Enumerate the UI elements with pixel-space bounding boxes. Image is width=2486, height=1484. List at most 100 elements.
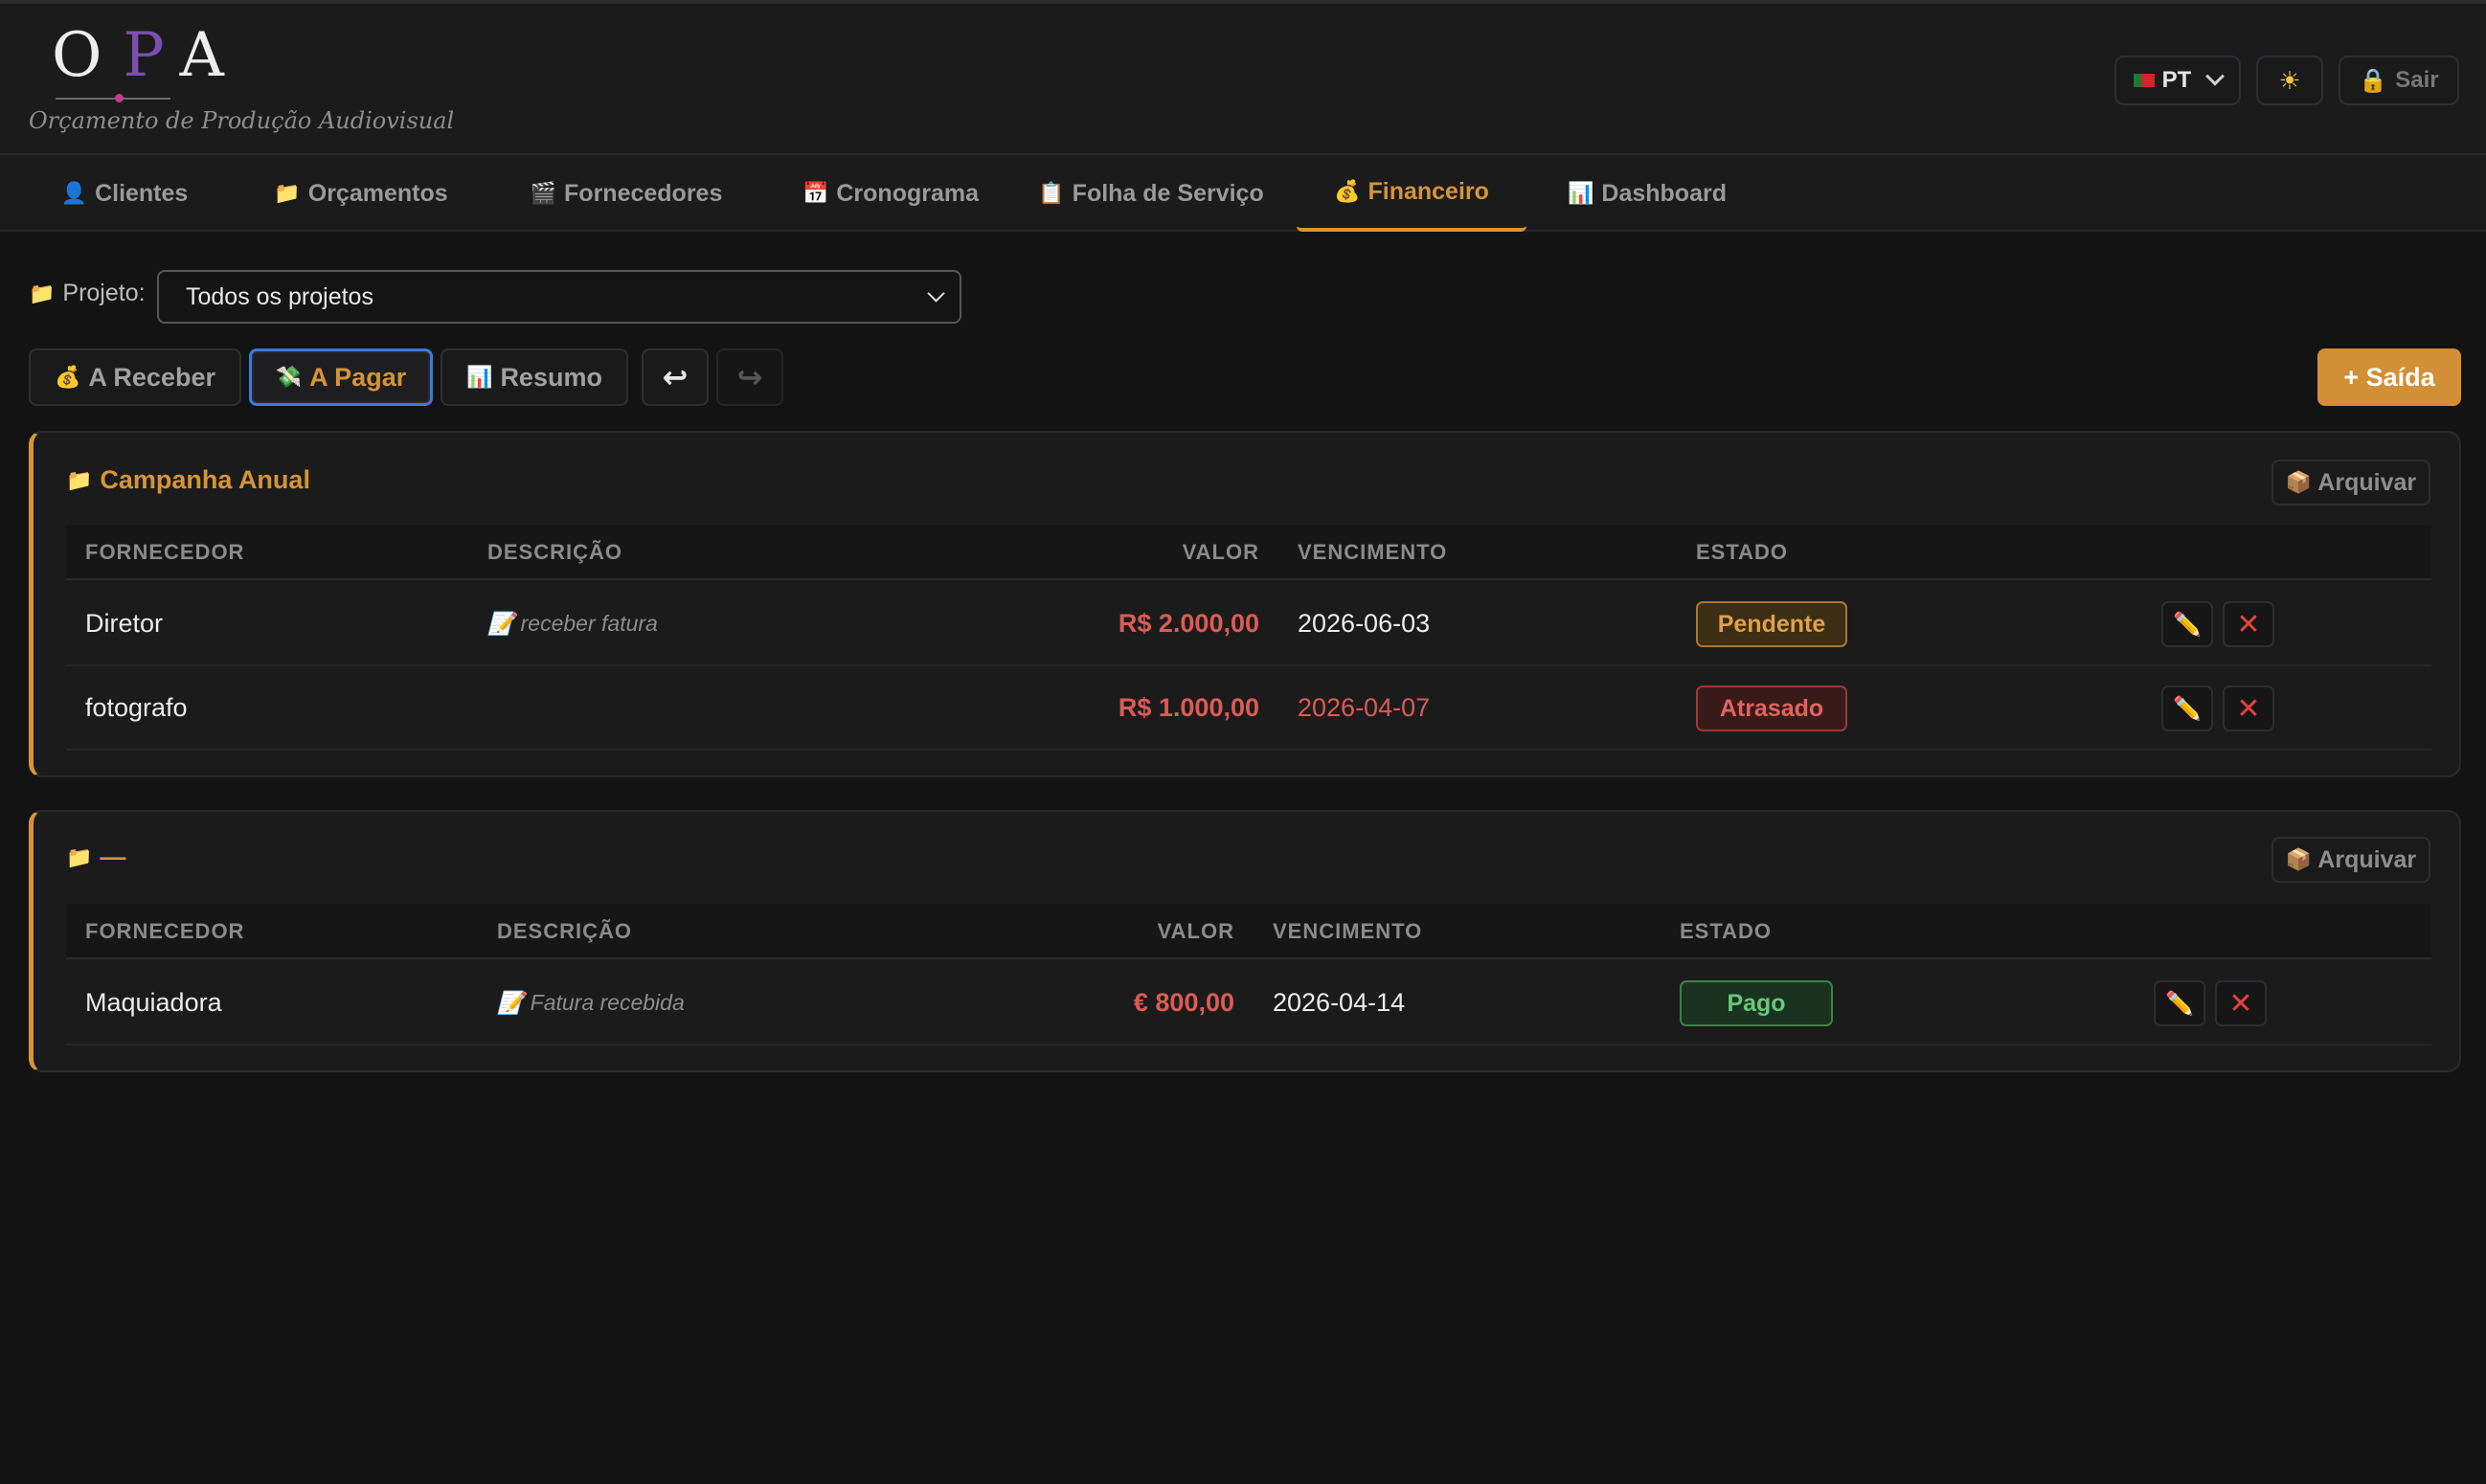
close-icon: ✕ — [2236, 608, 2261, 641]
delete-button[interactable]: ✕ — [2223, 601, 2274, 647]
edit-button[interactable]: ✏️ — [2161, 601, 2213, 647]
tab-label: Orçamentos — [307, 179, 448, 207]
clipboard-icon: 📋 — [1038, 181, 1065, 205]
undo-button[interactable]: ↩ — [642, 349, 709, 406]
header-actions: PT ☀ 🔒 Sair — [2114, 56, 2459, 105]
calendar-icon: 📅 — [802, 181, 829, 205]
a-receber-button[interactable]: 💰 A Receber — [29, 349, 241, 406]
resumo-label: Resumo — [500, 362, 602, 392]
pencil-icon: ✏️ — [2165, 990, 2194, 1017]
group-title-text: Campanha Anual — [100, 465, 310, 494]
tab-label: Fornecedores — [564, 179, 723, 207]
group-title-text: — — [100, 843, 126, 871]
project-label-text: Projeto: — [62, 280, 146, 306]
archive-button[interactable]: 📦 Arquivar — [2271, 460, 2430, 506]
close-icon: ✕ — [2228, 987, 2253, 1020]
project-group-card: 📁 Campanha Anual 📦 Arquivar FORNECEDOR D… — [29, 431, 2461, 777]
logo-letters: OPA — [52, 20, 245, 91]
money-bag-icon: 💰 — [55, 365, 81, 389]
project-group-card: 📁 — 📦 Arquivar FORNECEDOR DESCRIÇÃO VALO… — [29, 810, 2461, 1072]
resumo-button[interactable]: 📊 Resumo — [441, 349, 628, 406]
bar-chart-icon: 📊 — [466, 365, 493, 389]
tab-fornecedores[interactable]: 🎬 Fornecedores — [508, 155, 745, 232]
redo-button[interactable]: ↪ — [716, 349, 783, 406]
clapperboard-icon: 🎬 — [530, 181, 557, 205]
theme-toggle-button[interactable]: ☀ — [2256, 56, 2323, 105]
descricao-text: Fatura recebida — [530, 989, 685, 1015]
group-title: 📁 — — [66, 843, 125, 872]
vencimento-cell: 2026-04-07 — [1298, 692, 1431, 722]
descricao-cell: 📝 Fatura recebida — [497, 961, 685, 1044]
descricao-text: receber fatura — [520, 610, 658, 636]
package-icon: 📦 — [2285, 847, 2313, 871]
user-icon: 👤 — [60, 181, 88, 205]
delete-button[interactable]: ✕ — [2215, 980, 2267, 1026]
tab-folha-de-servico[interactable]: 📋 Folha de Serviço — [1027, 155, 1276, 232]
project-select[interactable]: Todos os projetos — [157, 270, 961, 324]
tab-orcamentos[interactable]: 📁 Orçamentos — [257, 155, 465, 232]
valor-cell: R$ 1.000,00 — [1118, 692, 1259, 722]
language-label: PT — [2161, 67, 2192, 93]
tab-clientes[interactable]: 👤 Clientes — [38, 155, 211, 232]
tab-label: Dashboard — [1601, 179, 1727, 207]
table-header: FORNECEDOR DESCRIÇÃO VALOR VENCIMENTO ES… — [66, 525, 2431, 580]
col-valor: VALOR — [1182, 540, 1259, 564]
descricao-cell: 📝 receber fatura — [487, 582, 658, 664]
logo-subtitle: Orçamento de Produção Audiovisual — [29, 107, 455, 134]
money-bag-icon: 💰 — [1334, 179, 1361, 203]
tab-label: Folha de Serviço — [1072, 179, 1264, 207]
table-header: FORNECEDOR DESCRIÇÃO VALOR VENCIMENTO ES… — [66, 904, 2431, 959]
col-valor: VALOR — [1157, 919, 1234, 943]
logout-button[interactable]: 🔒 Sair — [2339, 56, 2459, 105]
col-estado: ESTADO — [1696, 540, 1789, 564]
logo-underline — [56, 98, 170, 100]
delete-button[interactable]: ✕ — [2223, 686, 2274, 731]
col-vencimento: VENCIMENTO — [1273, 919, 1423, 943]
archive-button[interactable]: 📦 Arquivar — [2271, 837, 2430, 883]
tab-financeiro[interactable]: 💰 Financeiro — [1297, 155, 1526, 232]
table-row: Diretor 📝 receber fatura R$ 2.000,00 202… — [66, 582, 2431, 666]
col-fornecedor: FORNECEDOR — [85, 540, 245, 564]
col-descricao: DESCRIÇÃO — [487, 540, 623, 564]
fornecedor-cell: Diretor — [85, 608, 164, 638]
logo-dot — [115, 94, 124, 102]
memo-icon: 📝 — [497, 989, 525, 1015]
language-select[interactable]: PT — [2114, 56, 2241, 105]
money-wings-icon: 💸 — [275, 365, 303, 389]
logout-label: Sair — [2395, 67, 2439, 93]
tab-label: Financeiro — [1367, 177, 1489, 205]
tab-label: Cronograma — [836, 179, 980, 207]
chevron-down-icon — [2205, 66, 2226, 86]
redo-icon: ↪ — [736, 360, 763, 394]
edit-button[interactable]: ✏️ — [2154, 980, 2205, 1026]
col-vencimento: VENCIMENTO — [1298, 540, 1448, 564]
lock-icon: 🔒 — [2359, 67, 2388, 94]
a-pagar-button[interactable]: 💸 A Pagar — [249, 349, 433, 406]
archive-label: Arquivar — [2317, 468, 2417, 496]
col-estado: ESTADO — [1680, 919, 1773, 943]
add-expense-button[interactable]: + Saída — [2317, 349, 2461, 406]
project-filter-label: 📁 Projeto: — [29, 280, 146, 307]
sun-icon: ☀ — [2278, 65, 2301, 95]
app-logo[interactable]: OPA Orçamento de Produção Audiovisual — [29, 19, 454, 144]
portugal-flag-icon — [2133, 74, 2155, 87]
chevron-down-icon — [927, 284, 945, 303]
status-badge: Pendente — [1696, 601, 1847, 647]
close-icon: ✕ — [2236, 692, 2261, 725]
edit-button[interactable]: ✏️ — [2161, 686, 2213, 731]
folder-icon: 📁 — [274, 181, 301, 205]
valor-cell: R$ 2.000,00 — [1118, 608, 1259, 638]
col-descricao: DESCRIÇÃO — [497, 919, 633, 943]
pencil-icon: ✏️ — [2173, 611, 2202, 638]
tab-cronograma[interactable]: 📅 Cronograma — [776, 155, 1006, 232]
pencil-icon: ✏️ — [2173, 695, 2202, 722]
vencimento-cell: 2026-06-03 — [1298, 608, 1431, 638]
tab-dashboard[interactable]: 📊 Dashboard — [1551, 155, 1743, 232]
group-title: 📁 Campanha Anual — [66, 465, 310, 495]
package-icon: 📦 — [2285, 470, 2313, 494]
valor-cell: € 800,00 — [1133, 987, 1234, 1017]
folder-icon: 📁 — [29, 281, 56, 305]
a-receber-label: A Receber — [88, 362, 215, 392]
bar-chart-icon: 📊 — [1568, 181, 1594, 205]
undo-icon: ↩ — [662, 360, 689, 394]
